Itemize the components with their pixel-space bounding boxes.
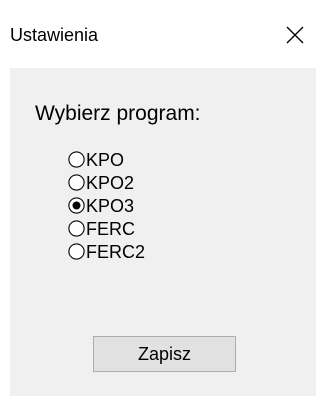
radio-unchecked-icon[interactable] — [68, 151, 85, 168]
radio-unchecked-icon[interactable] — [68, 174, 85, 191]
radio-label-kpo3: KPO3 — [86, 195, 135, 216]
radio-label-kpo2: KPO2 — [86, 172, 135, 193]
window-title: Ustawienia — [10, 25, 99, 45]
program-radio-group: KPO KPO2 KPO3 FERC FERC2 — [68, 148, 145, 263]
radio-label-ferc: FERC — [86, 218, 135, 239]
title-bar[interactable]: Ustawienia — [0, 0, 324, 68]
radio-option-ferc2[interactable]: FERC2 — [68, 240, 145, 263]
radio-unchecked-icon[interactable] — [68, 243, 85, 260]
radio-unchecked-icon[interactable] — [68, 220, 85, 237]
radio-option-kpo3[interactable]: KPO3 — [68, 194, 145, 217]
radio-option-kpo[interactable]: KPO — [68, 148, 145, 171]
radio-label-ferc2: FERC2 — [86, 241, 146, 262]
settings-panel: Wybierz program: KPO KPO2 KPO3 FERC FERC… — [10, 68, 316, 396]
radio-option-kpo2[interactable]: KPO2 — [68, 171, 145, 194]
radio-checked-icon[interactable] — [68, 197, 85, 214]
radio-option-ferc[interactable]: FERC — [68, 217, 145, 240]
save-button[interactable]: Zapisz — [93, 336, 236, 372]
radio-label-kpo: KPO — [86, 149, 125, 170]
settings-window: Ustawienia Wybierz program: KPO KPO2 KPO… — [0, 0, 324, 396]
close-button[interactable] — [280, 20, 310, 50]
program-group-label: Wybierz program: — [35, 102, 201, 125]
close-icon — [286, 26, 304, 44]
